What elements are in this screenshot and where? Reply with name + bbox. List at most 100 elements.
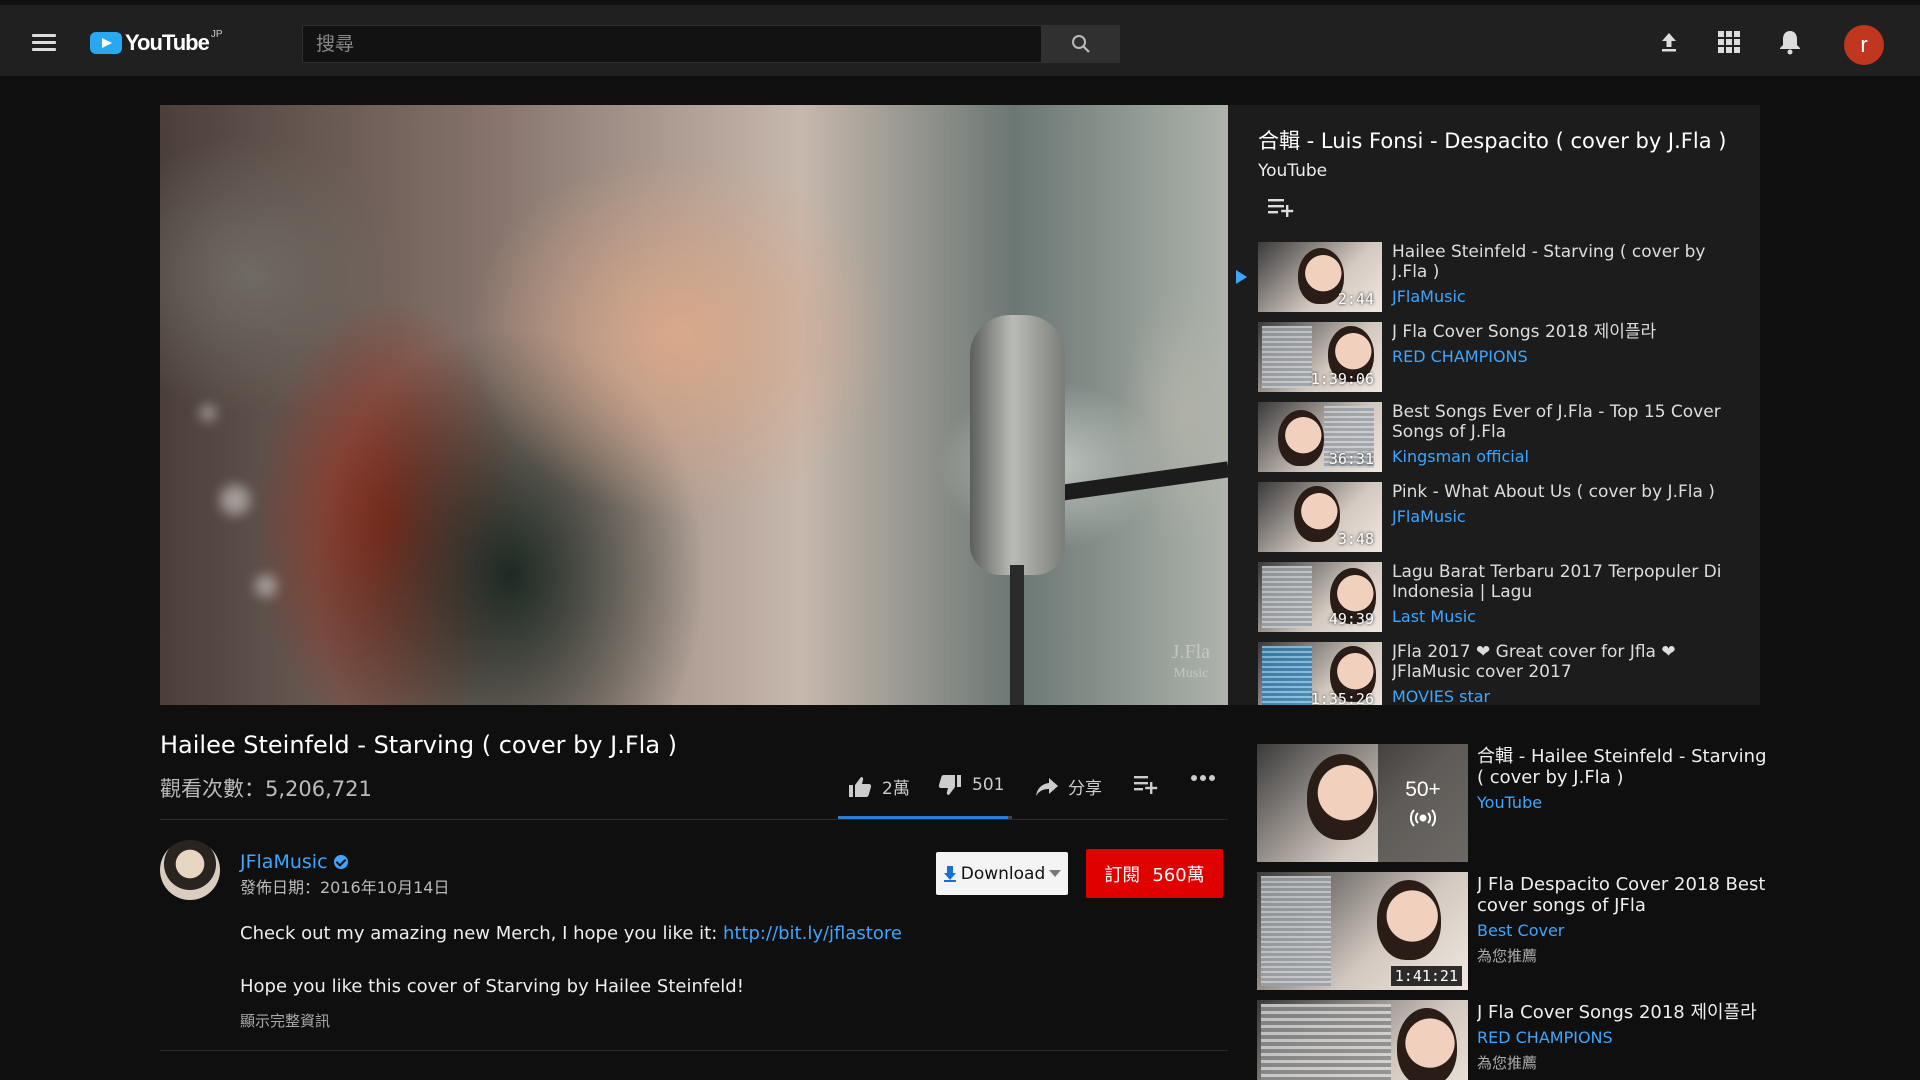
playlist-item[interactable]: 1:39:06 J Fla Cover Songs 2018 제이플라 RED C…	[1228, 322, 1760, 396]
more-horiz-icon	[1191, 775, 1215, 781]
channel-name: JFlaMusic	[240, 851, 328, 873]
recommended-video[interactable]: J Fla Cover Songs 2018 제이플라 RED CHAMPION…	[1257, 1000, 1777, 1080]
upload-icon[interactable]	[1654, 27, 1684, 57]
playlist-item-title: Hailee Steinfeld - Starving ( cover by J…	[1392, 242, 1706, 282]
playlist-item[interactable]: 3:48 Pink - What About Us ( cover by J.F…	[1228, 482, 1760, 556]
bokeh-light	[220, 485, 250, 515]
thumbnail-face	[1397, 1008, 1457, 1080]
like-count: 2萬	[882, 779, 910, 799]
recommended-video[interactable]: 1:41:21 J Fla Despacito Cover 2018 Best …	[1257, 872, 1777, 992]
recommended-channel: YouTube	[1477, 793, 1543, 812]
view-count: 觀看次數：5,206,721	[160, 777, 372, 801]
apps-icon[interactable]	[1714, 27, 1744, 57]
notifications-icon[interactable]	[1775, 27, 1805, 57]
mic-arm	[1058, 461, 1228, 501]
playlist-item[interactable]: 1:35:26 JFla 2017 ❤ Great cover for Jfla…	[1228, 642, 1760, 705]
watermark-line1: J.Fla	[1171, 641, 1210, 663]
logo-region: JP	[210, 29, 223, 40]
channel-name-link[interactable]: JFlaMusic	[240, 851, 348, 873]
search-icon	[1072, 35, 1090, 53]
video-watermark: J.Fla Music	[1172, 641, 1210, 685]
show-more-button[interactable]: 顯示完整資訊	[240, 1010, 330, 1031]
youtube-logo[interactable]: YouTube JP	[90, 29, 223, 59]
thumbnail-tracklist	[1261, 1004, 1391, 1080]
thumbnail-face	[1307, 754, 1377, 840]
mix-count: 50+	[1405, 778, 1441, 801]
share-button[interactable]: 分享	[1036, 774, 1102, 799]
duration: 49:39	[1328, 610, 1374, 628]
recommended-reason: 為您推薦	[1477, 947, 1538, 965]
playlist-item-title: J Fla Cover Songs 2018 제이플라	[1392, 322, 1657, 342]
mix-broadcast-icon	[1410, 809, 1436, 827]
playlist-thumbnail: 1:35:26	[1258, 642, 1382, 705]
playlist-item[interactable]: 36:31 Best Songs Ever of J.Fla - Top 15 …	[1228, 402, 1760, 476]
playlist-item-title: Best Songs Ever of J.Fla - Top 15 Cover …	[1392, 402, 1721, 442]
logo-play-icon	[90, 32, 122, 54]
publish-date: 發佈日期：2016年10月14日	[240, 878, 450, 897]
mic-stand	[1010, 565, 1024, 705]
dislike-count: 501	[972, 775, 1005, 795]
playlist-item-channel: JFlaMusic	[1392, 287, 1466, 306]
duration: 1:39:06	[1310, 370, 1374, 388]
playlist-item-title: JFla 2017 ❤ Great cover for Jfla ❤ JFlaM…	[1392, 642, 1676, 682]
thumbs-down-icon	[938, 775, 961, 795]
playlist-thumbnail: 49:39	[1258, 562, 1382, 632]
playlist-title[interactable]: 合輯 - Luis Fonsi - Despacito ( cover by J…	[1258, 125, 1726, 155]
recommended-thumbnail: 50+	[1257, 744, 1468, 862]
account-avatar[interactable]: r	[1844, 25, 1884, 65]
watermark-line2: Music	[1173, 666, 1209, 681]
thumbnail-tracklist	[1262, 566, 1312, 628]
description-line1: Check out my amazing new Merch, I hope y…	[240, 923, 902, 944]
search-bar	[302, 25, 1120, 63]
duration: 3:48	[1337, 530, 1374, 548]
playlist-item-title: Pink - What About Us ( cover by J.Fla )	[1392, 482, 1715, 502]
playlist-item[interactable]: 2:44 Hailee Steinfeld - Starving ( cover…	[1228, 242, 1760, 316]
recommended-video[interactable]: 50+ 合輯 - Hailee Steinfeld - Starving ( c…	[1257, 744, 1777, 864]
playlist-item-channel: MOVIES star	[1392, 687, 1491, 705]
playlist-save-icon[interactable]	[1268, 197, 1298, 227]
playlist-thumbnail: 2:44	[1258, 242, 1382, 312]
merch-link[interactable]: http://bit.ly/jflastore	[723, 923, 902, 944]
thumbnail-face	[1377, 880, 1441, 960]
thumbnail-face	[1294, 486, 1340, 542]
channel-avatar[interactable]	[160, 840, 220, 900]
playlist-thumbnail: 1:39:06	[1258, 322, 1382, 392]
thumbnail-tracklist	[1261, 876, 1331, 986]
thumbnail-tracklist	[1262, 326, 1312, 388]
playlist-item-channel: RED CHAMPIONS	[1392, 347, 1528, 366]
recommended-title: 合輯 - Hailee Steinfeld - Starving ( cover…	[1477, 746, 1767, 788]
duration: 1:35:26	[1310, 690, 1374, 705]
video-player[interactable]: J.Fla Music	[160, 105, 1228, 705]
subscriber-count: 560萬	[1152, 864, 1205, 886]
microphone	[970, 315, 1065, 575]
like-button[interactable]: 2萬	[848, 774, 910, 799]
playlist-owner: YouTube	[1258, 161, 1328, 181]
description-line2: Hope you like this cover of Starving by …	[240, 976, 744, 997]
more-actions-button[interactable]	[1190, 774, 1216, 782]
video-title: Hailee Steinfeld - Starving ( cover by J…	[160, 731, 678, 759]
playlist-thumbnail: 36:31	[1258, 402, 1382, 472]
menu-icon[interactable]	[30, 31, 58, 53]
download-button[interactable]: Download	[936, 852, 1068, 895]
now-playing-icon	[1236, 270, 1247, 284]
playlist-item[interactable]: 49:39 Lagu Barat Terbaru 2017 Terpopuler…	[1228, 562, 1760, 636]
search-button[interactable]	[1042, 25, 1120, 63]
share-label: 分享	[1068, 779, 1102, 799]
recommended-reason: 為您推薦	[1477, 1054, 1538, 1072]
playlist-item-channel: Kingsman official	[1392, 447, 1529, 466]
duration: 1:41:21	[1390, 966, 1462, 986]
dislike-button[interactable]: 501	[938, 774, 1004, 796]
playlist-item-channel: JFlaMusic	[1392, 507, 1466, 526]
playlist-panel: 合輯 - Luis Fonsi - Despacito ( cover by J…	[1228, 105, 1760, 705]
save-to-playlist-button[interactable]	[1134, 774, 1158, 794]
download-label: Download	[960, 863, 1046, 884]
thumbs-up-icon	[849, 776, 872, 797]
description-text: Check out my amazing new Merch, I hope y…	[240, 923, 723, 944]
divider	[160, 819, 1228, 820]
search-input[interactable]	[302, 25, 1042, 63]
playlist-thumbnail: 3:48	[1258, 482, 1382, 552]
mix-overlay: 50+	[1378, 744, 1468, 862]
playlist-item-title: Lagu Barat Terbaru 2017 Terpopuler Di In…	[1392, 562, 1722, 602]
subscribe-button[interactable]: 訂閱 560萬	[1086, 849, 1223, 898]
bokeh-light	[200, 405, 216, 421]
